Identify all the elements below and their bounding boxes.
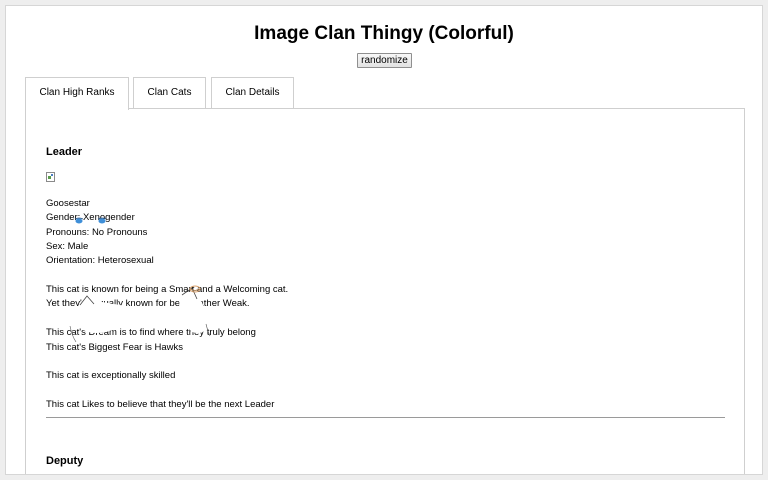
tab-clan-high-ranks[interactable]: Clan High Ranks [25,77,129,110]
page-container: Image Clan Thingy (Colorful) randomize C… [5,5,763,475]
